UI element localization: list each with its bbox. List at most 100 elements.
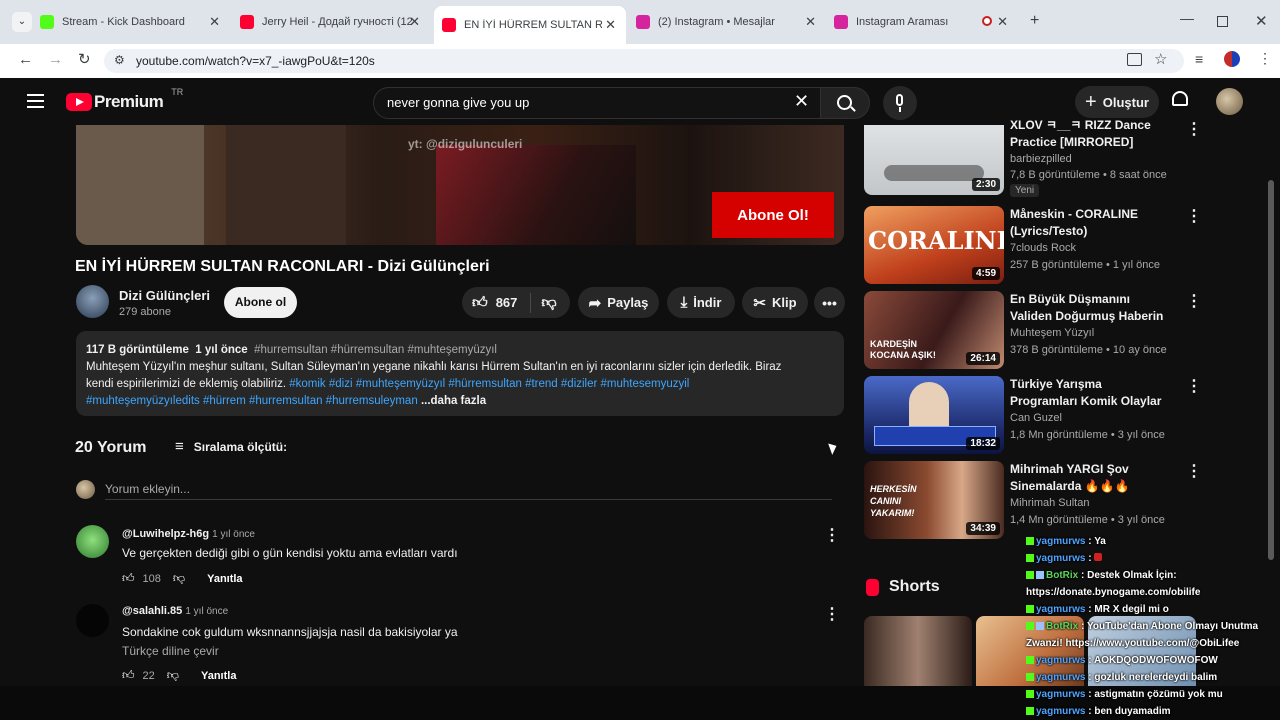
voice-search-button[interactable] xyxy=(883,86,917,120)
comment-author[interactable]: @Luwihelpz-h6g xyxy=(122,528,209,540)
video-options-icon[interactable]: ⋮ xyxy=(1186,291,1202,311)
recommendation-item[interactable]: CORALINE 4:59 Måneskin - CORALINE (Lyric… xyxy=(864,206,1202,284)
maximize-button[interactable] xyxy=(1217,16,1228,27)
video-player[interactable]: yt: @dizigulunculeri Abone Ol! xyxy=(76,125,844,245)
share-button[interactable]: ➦ Paylaş xyxy=(578,287,659,318)
recommendation-item[interactable]: KARDEŞİN KOCANA AŞIK! 26:14 En Büyük Düş… xyxy=(864,291,1202,369)
browser-menu-icon[interactable]: ⋮ xyxy=(1258,50,1272,67)
video-title: Måneskin - CORALINE (Lyrics/Testo) xyxy=(1010,207,1139,238)
browser-tab-active[interactable]: EN İYİ HÜRREM SULTAN RACON ✕ xyxy=(434,6,626,44)
video-channel[interactable]: Muhteşem Yüzyıl xyxy=(1010,327,1094,339)
site-info-icon[interactable]: ⚙ xyxy=(114,53,125,67)
close-icon[interactable]: ✕ xyxy=(805,14,816,30)
comment-like-button[interactable]: 👍︎ xyxy=(122,571,135,586)
comment-options-icon[interactable]: ⋮ xyxy=(824,604,840,624)
comment-options-icon[interactable]: ⋮ xyxy=(824,525,840,545)
download-button[interactable]: ⤓ İndir xyxy=(667,287,735,318)
comment-time[interactable]: 1 yıl önce xyxy=(212,529,255,540)
add-comment-input[interactable]: Yorum ekleyin... xyxy=(105,480,832,500)
video-channel[interactable]: 7clouds Rock xyxy=(1010,242,1076,254)
reload-icon[interactable]: ↻ xyxy=(78,50,91,68)
clear-search-icon[interactable]: ✕ xyxy=(794,91,809,112)
sort-icon: ≡ xyxy=(175,438,184,455)
close-icon[interactable]: ✕ xyxy=(997,14,1008,30)
browser-tab-jerry-heil[interactable]: Jerry Heil - Додай гучності (12 ✕ xyxy=(240,8,430,36)
browser-tab-instagram-search[interactable]: Instagram Araması ✕ xyxy=(834,8,1018,36)
close-icon[interactable]: ✕ xyxy=(209,14,220,30)
browser-tab-kick[interactable]: Stream - Kick Dashboard ✕ xyxy=(40,8,230,36)
video-channel[interactable]: Can Guzel xyxy=(1010,412,1062,424)
hamburger-menu-icon[interactable] xyxy=(27,94,44,108)
page-scrollbar[interactable] xyxy=(1268,180,1274,560)
comment-avatar[interactable] xyxy=(76,604,109,637)
channel-avatar[interactable] xyxy=(76,285,109,318)
scissors-icon: ✂ xyxy=(753,294,766,312)
thumbs-up-icon: 👍︎ xyxy=(472,293,488,311)
description-tags[interactable]: #hurremsultan #hürremsultan #muhteşemyüz… xyxy=(254,344,497,356)
search-button[interactable] xyxy=(820,87,870,119)
new-tab-button[interactable]: + xyxy=(1030,12,1039,30)
view-count: 117 B görüntüleme xyxy=(86,344,189,356)
recommendation-item[interactable]: 18:32 Türkiye Yarışma Programları Komik … xyxy=(864,376,1202,454)
video-title: EN İYİ HÜRREM SULTAN RACONLARI - Dizi Gü… xyxy=(75,258,490,275)
back-icon[interactable]: ← xyxy=(18,51,33,68)
shorts-header: Shorts xyxy=(866,578,940,596)
reply-button[interactable]: Yanıtla xyxy=(201,670,236,682)
clip-button[interactable]: ✂ Klip xyxy=(742,287,808,318)
notifications-bell-icon[interactable] xyxy=(1172,91,1188,106)
media-control-icon[interactable]: ≡ xyxy=(1195,51,1203,67)
browser-tab-instagram-messages[interactable]: (2) Instagram • Mesajlar ✕ xyxy=(636,8,826,36)
create-button[interactable]: + Oluştur xyxy=(1075,86,1159,118)
translate-link[interactable]: Türkçe diline çevir xyxy=(122,644,219,658)
dislike-button[interactable]: 👎︎ xyxy=(541,294,556,312)
more-actions-button[interactable]: ••• xyxy=(814,287,845,318)
video-options-icon[interactable]: ⋮ xyxy=(1186,119,1202,139)
youtube-logo[interactable]: Premium TR xyxy=(66,87,183,113)
comment-author[interactable]: @salahli.85 xyxy=(122,605,182,617)
profile-avatar-icon[interactable] xyxy=(1224,51,1240,67)
subscribe-button[interactable]: Abone ol xyxy=(224,287,297,318)
video-options-icon[interactable]: ⋮ xyxy=(1186,461,1202,481)
short-thumbnail[interactable] xyxy=(864,616,972,686)
comment-like-button[interactable]: 👍︎ xyxy=(122,668,135,683)
close-icon[interactable]: ✕ xyxy=(409,14,420,30)
video-thumbnail[interactable]: HERKESİN CANINI YAKARIM! 34:39 xyxy=(864,461,1004,539)
close-window-button[interactable]: ✕ xyxy=(1255,12,1268,30)
close-icon[interactable]: ✕ xyxy=(605,17,616,33)
video-options-icon[interactable]: ⋮ xyxy=(1186,206,1202,226)
comment-time[interactable]: 1 yıl önce xyxy=(185,606,228,617)
comment-avatar[interactable] xyxy=(76,525,109,558)
like-button[interactable]: 👍︎ 867 xyxy=(462,294,517,312)
video-thumbnail[interactable]: CORALINE 4:59 xyxy=(864,206,1004,284)
show-more-link[interactable]: ...daha fazla xyxy=(421,395,486,407)
reply-button[interactable]: Yanıtla xyxy=(207,573,242,585)
search-query-text: never gonna give you up xyxy=(387,95,530,110)
forward-icon[interactable]: → xyxy=(48,51,63,68)
chat-message: yagmurws : ben duyamadim xyxy=(1026,703,1276,720)
video-options-icon[interactable]: ⋮ xyxy=(1186,376,1202,396)
recommendation-item[interactable]: 2:30 XLOV ㅋ__ㅋ RIZZ Dance Practice [MIRR… xyxy=(864,118,1202,197)
install-icon[interactable] xyxy=(1127,53,1142,66)
sort-comments-button[interactable]: ≡ Sıralama ölçütü: xyxy=(175,438,287,455)
minimize-button[interactable]: — xyxy=(1180,10,1194,26)
kick-badge-icon xyxy=(1026,673,1034,681)
recommendation-item[interactable]: HERKESİN CANINI YAKARIM! 34:39 Mihrimah … xyxy=(864,461,1202,539)
tab-search-button[interactable]: ⌄ xyxy=(12,12,32,32)
video-channel[interactable]: barbiezpilled xyxy=(1010,153,1072,165)
video-channel[interactable]: Mihrimah Sultan xyxy=(1010,497,1089,509)
comment-dislike-button[interactable]: 👎︎ xyxy=(173,571,185,586)
kick-badge-icon xyxy=(1026,571,1034,579)
video-duration: 4:59 xyxy=(971,267,1000,280)
region-code: TR xyxy=(171,87,184,97)
channel-name[interactable]: Dizi Gülünçleri xyxy=(119,288,210,303)
avatar[interactable] xyxy=(1216,88,1243,115)
video-thumbnail[interactable]: 18:32 xyxy=(864,376,1004,454)
comment-dislike-button[interactable]: 👎︎ xyxy=(167,668,179,683)
description-box[interactable]: 117 B görüntüleme 1 yıl önce #hurremsult… xyxy=(76,331,844,416)
bookmark-star-icon[interactable]: ☆ xyxy=(1154,50,1167,68)
search-input[interactable]: never gonna give you up ✕ xyxy=(373,87,821,119)
create-label: Oluştur xyxy=(1102,94,1149,110)
video-thumbnail[interactable]: 2:30 xyxy=(864,125,1004,195)
video-thumbnail[interactable]: KARDEŞİN KOCANA AŞIK! 26:14 xyxy=(864,291,1004,369)
url-field[interactable]: ⚙ youtube.com/watch?v=x7_-iawgPoU&t=120s… xyxy=(104,49,1184,73)
